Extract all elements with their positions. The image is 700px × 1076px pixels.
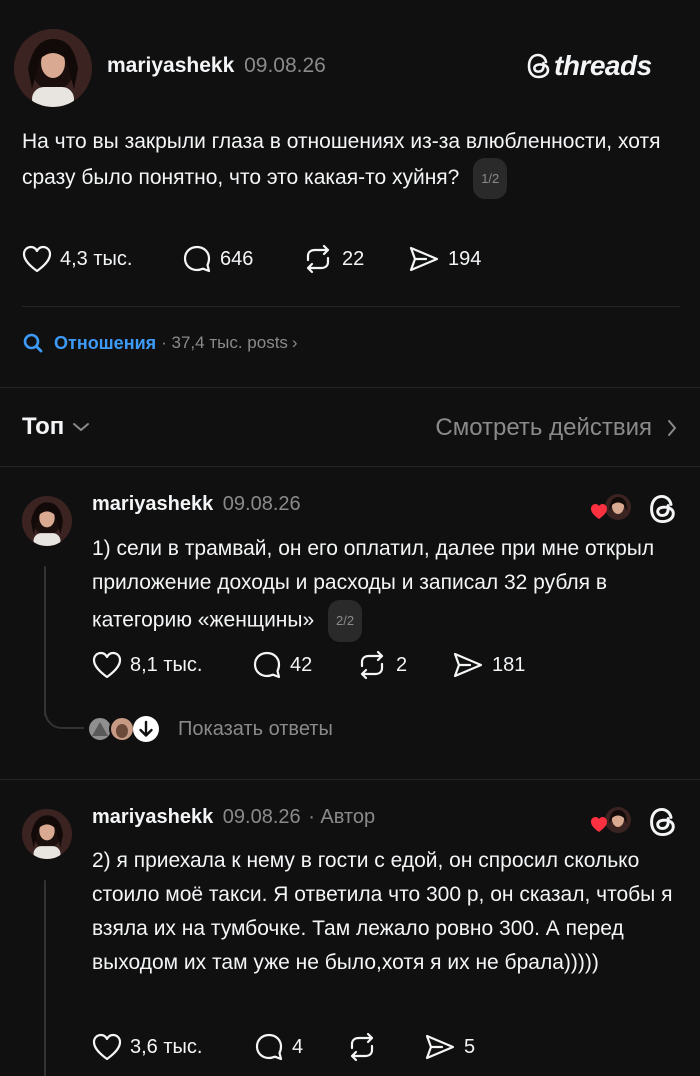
share-button[interactable]: 181	[452, 651, 525, 679]
liked-by-author-icon	[591, 494, 631, 520]
search-icon	[23, 333, 43, 353]
topic-meta: · 37,4 тыс. posts	[161, 333, 288, 352]
reply-text: 1) сели в трамвай, он его оплатил, далее…	[92, 537, 655, 632]
comment-icon	[253, 651, 281, 679]
sort-dropdown[interactable]: Топ	[22, 413, 90, 441]
username[interactable]: mariyashekk	[107, 54, 234, 77]
author-tag: · Автор	[308, 806, 376, 828]
show-replies-button[interactable]: Показать ответы	[86, 714, 333, 744]
post-actions: 4,3 тыс. 646 22 194	[22, 244, 481, 274]
repost-button[interactable]: 2	[356, 650, 452, 680]
thread-pager: 1/2	[473, 158, 508, 199]
like-count: 3,6 тыс.	[130, 1035, 203, 1058]
section-divider	[0, 779, 700, 780]
thread-connector	[44, 880, 46, 1076]
view-activity-link[interactable]: Смотреть действия	[435, 414, 678, 442]
thread-connector	[44, 566, 46, 716]
username[interactable]: mariyashekk	[92, 493, 213, 515]
post-actions: 8,1 тыс. 42 2 181	[92, 650, 525, 680]
chevron-right-icon: ›	[291, 333, 298, 352]
heart-icon	[92, 1033, 122, 1061]
show-replies-label: Показать ответы	[178, 717, 333, 740]
divider	[22, 306, 680, 307]
thread-curve	[44, 700, 84, 729]
like-button[interactable]: 3,6 тыс.	[92, 1033, 254, 1061]
threads-icon	[650, 807, 675, 837]
threads-button[interactable]	[648, 806, 678, 843]
send-icon	[453, 652, 483, 678]
repost-icon	[360, 650, 384, 680]
reply-count: 4	[292, 1035, 304, 1058]
reply-button[interactable]: 42	[252, 650, 356, 680]
comment-icon	[255, 1033, 283, 1061]
avatar[interactable]	[14, 29, 92, 107]
topic-name: Отношения	[54, 332, 157, 353]
like-count: 4,3 тыс.	[60, 247, 133, 270]
post-date: 09.08.26	[222, 493, 301, 515]
username[interactable]: mariyashekk	[92, 806, 213, 828]
chevron-right-icon	[668, 420, 676, 436]
avatar[interactable]	[22, 809, 72, 859]
threads-logo: threads	[526, 50, 652, 82]
like-button[interactable]: 4,3 тыс.	[22, 245, 182, 273]
threads-icon	[650, 494, 675, 524]
post-actions: 3,6 тыс. 4 5	[92, 1032, 475, 1062]
repost-count: 2	[396, 653, 408, 676]
repost-button[interactable]	[346, 1032, 424, 1062]
liked-by-author-badge	[590, 806, 634, 836]
avatar-photo-icon	[14, 29, 92, 107]
liked-by-author-icon	[591, 807, 631, 833]
section-divider	[0, 466, 700, 467]
share-count: 181	[492, 653, 526, 676]
threads-wordmark: threads	[554, 50, 652, 81]
post-text: На что вы закрыли глаза в отношениях из-…	[22, 130, 661, 190]
topic-tag[interactable]: Отношения · 37,4 тыс. posts ›	[22, 332, 298, 354]
repost-button[interactable]: 22	[302, 244, 408, 274]
avatar-photo-icon	[22, 496, 72, 546]
send-icon	[425, 1034, 455, 1060]
heart-icon	[92, 651, 122, 679]
reply-count: 646	[220, 247, 254, 270]
share-count: 194	[448, 247, 482, 270]
heart-icon	[22, 245, 52, 273]
post-date: 09.08.26	[244, 54, 326, 77]
repost-count: 22	[342, 247, 365, 270]
reply-count: 42	[290, 653, 313, 676]
post-date: 09.08.26	[222, 806, 301, 828]
reply-button[interactable]: 646	[182, 244, 302, 274]
section-divider	[0, 387, 700, 388]
repost-icon	[306, 244, 330, 274]
share-count: 5	[464, 1035, 476, 1058]
reply-button[interactable]: 4	[254, 1032, 346, 1062]
avatar[interactable]	[22, 496, 72, 546]
reply-avatars-icon	[87, 716, 159, 742]
avatar-photo-icon	[22, 809, 72, 859]
repost-icon	[350, 1032, 374, 1062]
liked-by-author-badge	[590, 493, 634, 523]
threads-button[interactable]	[648, 493, 678, 530]
like-count: 8,1 тыс.	[130, 653, 203, 676]
share-button[interactable]: 194	[408, 245, 481, 273]
reply-text: 2) я приехала к нему в гости с едой, он …	[92, 849, 673, 974]
view-activity-label: Смотреть действия	[435, 414, 652, 441]
thread-pager: 2/2	[328, 600, 363, 642]
share-button[interactable]: 5	[424, 1033, 475, 1061]
send-icon	[409, 246, 439, 272]
like-button[interactable]: 8,1 тыс.	[92, 651, 252, 679]
sort-label: Топ	[22, 413, 65, 440]
chevron-down-icon	[73, 423, 90, 431]
comment-icon	[183, 245, 211, 273]
threads-logo-icon	[527, 53, 550, 79]
